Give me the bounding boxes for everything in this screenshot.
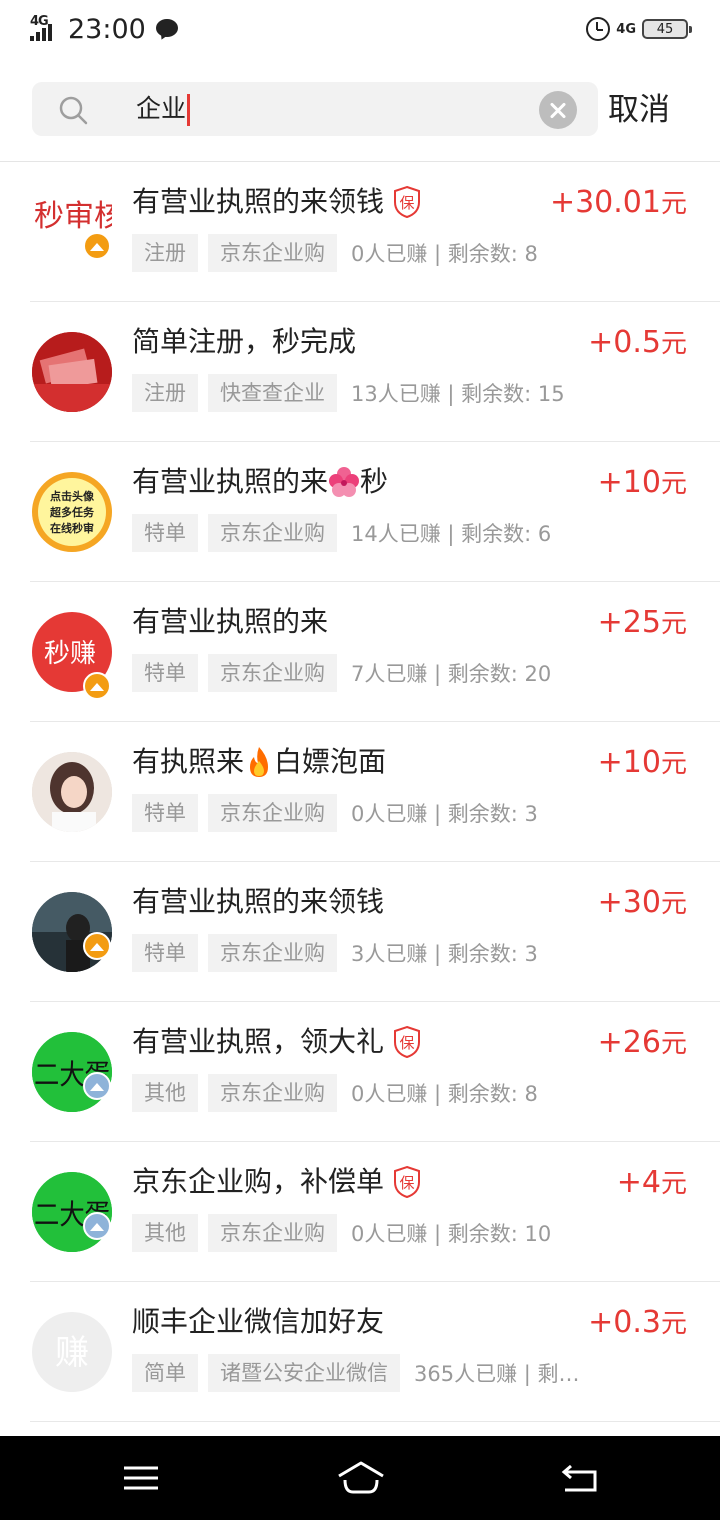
task-reward: +0.5元 xyxy=(588,325,687,360)
platform-tag: 京东企业购 xyxy=(208,1074,337,1112)
task-stats: 0人已赚 | 剩余数: 10 xyxy=(351,1222,552,1246)
svg-text:保: 保 xyxy=(400,194,415,212)
search-query: 企业 xyxy=(136,94,191,126)
list-item[interactable]: 秒赚 有营业执照的来 +25元 特单 京东企业购 7人已赚 | 剩余数: 20 xyxy=(0,582,720,722)
guarantee-shield-icon: 保 xyxy=(394,1165,421,1199)
task-stats: 0人已赚 | 剩余数: 8 xyxy=(351,242,538,266)
clock: 23:00 xyxy=(68,13,146,45)
vip-crown-icon xyxy=(83,1072,111,1100)
task-reward: +30.01元 xyxy=(549,185,687,220)
task-stats: 365人已赚 | 剩… xyxy=(414,1362,580,1386)
task-stats: 3人已赚 | 剩余数: 3 xyxy=(351,942,538,966)
category-tag: 特单 xyxy=(132,934,198,972)
menu-icon[interactable] xyxy=(111,1458,171,1498)
status-bar: 4G 23:00 4G 45 xyxy=(0,0,720,58)
task-reward: +26元 xyxy=(597,1025,687,1060)
guarantee-shield-icon: 保 xyxy=(394,185,421,219)
task-reward: +30元 xyxy=(597,885,687,920)
list-item[interactable]: 有营业执照的来领钱 +30元 特单 京东企业购 3人已赚 | 剩余数: 3 xyxy=(0,862,720,1002)
task-title: 有营业执照的来 秒 xyxy=(132,465,389,498)
task-title: 有营业执照的来领钱 xyxy=(132,885,385,918)
category-tag: 注册 xyxy=(132,374,198,412)
platform-tag: 京东企业购 xyxy=(208,234,337,272)
search-icon xyxy=(59,96,88,125)
platform-tag: 京东企业购 xyxy=(208,514,337,552)
svg-text:秒赚: 秒赚 xyxy=(44,639,96,668)
task-reward: +0.3元 xyxy=(588,1305,687,1340)
avatar-text-line: 秒审核 xyxy=(34,200,112,233)
cell-signal-icon: 4G xyxy=(30,14,60,44)
task-stats: 0人已赚 | 剩余数: 8 xyxy=(351,1082,538,1106)
task-title: 有营业执照的来领钱 保 xyxy=(132,182,422,222)
list-item[interactable]: 二大蛋 有营业执照，领大礼 保 +26元 其他 京东企业购 0人已赚 | 剩余数… xyxy=(0,1002,720,1142)
task-stats: 14人已赚 | 剩余数: 6 xyxy=(351,522,552,546)
list-item[interactable]: 赚 顺丰企业微信加好友 +0.3元 简单 诸暨公安企业微信 365人已赚 | 剩… xyxy=(0,1282,720,1422)
cancel-button[interactable]: 取消 xyxy=(608,88,670,132)
svg-text:保: 保 xyxy=(400,1034,415,1052)
alarm-icon xyxy=(586,17,611,41)
svg-text:赚: 赚 xyxy=(55,1333,89,1373)
task-stats: 13人已赚 | 剩余数: 15 xyxy=(351,382,565,406)
category-tag: 特单 xyxy=(132,794,198,832)
task-reward: +10元 xyxy=(597,465,687,500)
task-reward: +25元 xyxy=(597,605,687,640)
system-navigation-bar xyxy=(0,1436,720,1520)
category-tag: 其他 xyxy=(132,1214,198,1252)
search-bar: 企业 取消 xyxy=(0,82,720,136)
svg-text:在线秒审: 在线秒审 xyxy=(50,521,94,535)
task-title: 有营业执照的来 xyxy=(132,605,329,638)
platform-tag: 京东企业购 xyxy=(208,934,337,972)
platform-tag: 京东企业购 xyxy=(208,794,337,832)
list-item[interactable]: 二大蛋 京东企业购，补偿单 保 +4元 其他 京东企业购 0人已赚 | 剩余数:… xyxy=(0,1142,720,1282)
category-tag: 简单 xyxy=(132,1354,198,1392)
guarantee-shield-icon: 保 xyxy=(394,1025,421,1059)
task-title: 简单注册，秒完成 xyxy=(132,325,357,358)
platform-tag: 京东企业购 xyxy=(208,654,337,692)
home-icon[interactable] xyxy=(331,1458,391,1498)
network-4g-indicator: 4G xyxy=(616,21,636,37)
list-item[interactable]: 有执照来 白嫖泡面 +10元 特单 京东企业购 0人已赚 | 剩余数: 3 xyxy=(0,722,720,862)
task-stats: 0人已赚 | 剩余数: 3 xyxy=(351,802,538,826)
list-item[interactable]: 点击头像 超多任务 在线秒审 有营业执照的来 秒 +10元 特单 京东企业购 1… xyxy=(0,442,720,582)
svg-text:点击头像: 点击头像 xyxy=(50,489,95,503)
message-notification-icon xyxy=(155,19,178,42)
svg-text:超多任务: 超多任务 xyxy=(49,505,95,519)
task-title: 有执照来 白嫖泡面 xyxy=(132,745,387,778)
back-icon[interactable] xyxy=(551,1458,611,1498)
search-input[interactable]: 企业 xyxy=(32,82,598,136)
hibiscus-emoji-icon xyxy=(329,467,360,497)
avatar: 点击头像 超多任务 在线秒审 xyxy=(32,472,112,552)
category-tag: 特单 xyxy=(132,514,198,552)
task-title: 京东企业购，补偿单 保 xyxy=(132,1162,422,1202)
task-reward: +4元 xyxy=(616,1165,687,1200)
vip-crown-icon xyxy=(83,672,111,700)
avatar: 赚 xyxy=(32,1312,112,1392)
task-stats: 7人已赚 | 剩余数: 20 xyxy=(351,662,552,686)
vip-crown-icon xyxy=(83,1212,111,1240)
platform-tag: 京东企业购 xyxy=(208,1214,337,1252)
list-item[interactable]: 秒审核 有营业执照的来领钱 保 +30.01元 注册 京东企业购 0人已赚 | … xyxy=(0,162,720,302)
platform-tag: 诸暨公安企业微信 xyxy=(208,1354,400,1392)
task-title: 有营业执照，领大礼 保 xyxy=(132,1022,422,1062)
vip-crown-icon xyxy=(83,232,111,260)
svg-text:保: 保 xyxy=(400,1174,415,1192)
category-tag: 特单 xyxy=(132,654,198,692)
avatar xyxy=(32,752,112,832)
task-title: 顺丰企业微信加好友 xyxy=(132,1305,385,1338)
task-list: 秒审核 有营业执照的来领钱 保 +30.01元 注册 京东企业购 0人已赚 | … xyxy=(0,162,720,1422)
task-reward: +10元 xyxy=(597,745,687,780)
list-item[interactable]: 简单注册，秒完成 +0.5元 注册 快查查企业 13人已赚 | 剩余数: 15 xyxy=(0,302,720,442)
text-cursor xyxy=(187,94,191,126)
platform-tag: 快查查企业 xyxy=(208,374,337,412)
clear-search-button[interactable] xyxy=(539,91,577,129)
vip-crown-icon xyxy=(83,932,111,960)
category-tag: 其他 xyxy=(132,1074,198,1112)
avatar xyxy=(32,332,112,412)
battery-level: 45 xyxy=(656,21,674,37)
fire-emoji-icon xyxy=(250,747,269,777)
category-tag: 注册 xyxy=(132,234,198,272)
battery-icon: 45 xyxy=(642,19,692,39)
